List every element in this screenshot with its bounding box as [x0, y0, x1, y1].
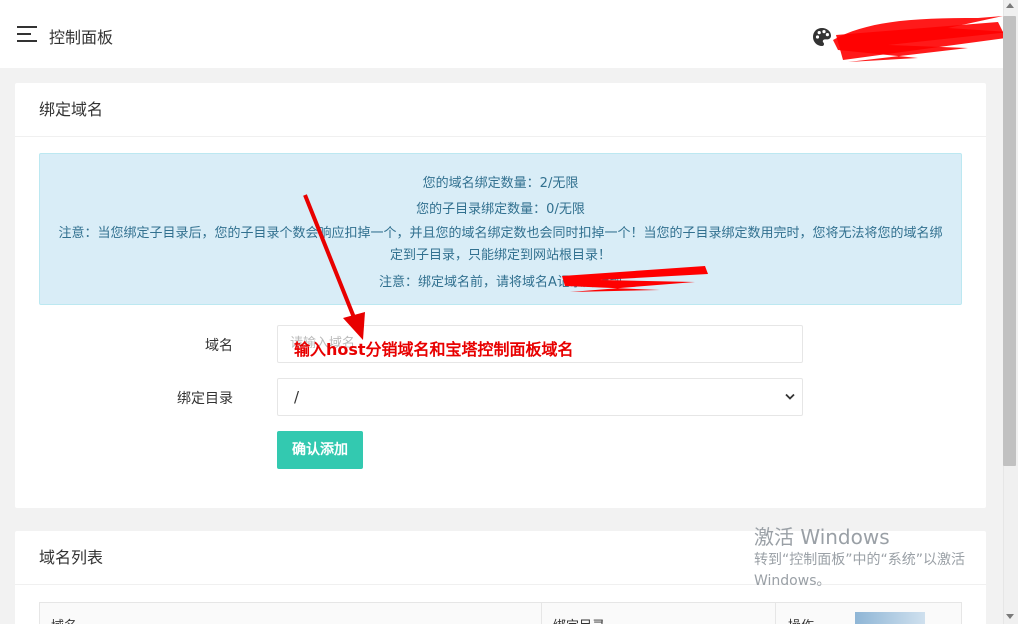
- bind-domain-card: 绑定域名 您的域名绑定数量：2/无限 您的子目录绑定数量：0/无限 注意：当您绑…: [15, 83, 986, 508]
- partial-image: [855, 612, 925, 624]
- subdir-quota-text: 您的子目录绑定数量：0/无限: [416, 202, 585, 217]
- notice-box: 您的域名绑定数量：2/无限 您的子目录绑定数量：0/无限 注意：当您绑定子目录后…: [39, 153, 962, 305]
- annotation-text: 输入host分销域名和宝塔控制面板域名: [294, 340, 574, 359]
- column-header-dir: 绑定目录: [553, 615, 605, 624]
- bind-dir-value: /: [294, 388, 300, 406]
- scroll-down-arrow-icon[interactable]: [1006, 614, 1014, 619]
- annotation-arrow-icon: [303, 194, 365, 340]
- watermark-title: 激活 Windows: [754, 525, 890, 549]
- column-header-domain: 域名: [51, 615, 77, 624]
- redaction-scribble: [562, 266, 708, 292]
- bind-domain-title: 绑定域名: [15, 83, 986, 137]
- windows-activation-watermark: 激活 Windows 转到“控制面板”中的“系统”以激活 Windows。: [754, 524, 984, 592]
- scroll-up-arrow-icon[interactable]: [1006, 3, 1014, 8]
- chevron-down-icon: [785, 393, 795, 400]
- bind-dir-label: 绑定目录: [177, 391, 233, 407]
- scrollbar-thumb[interactable]: [1003, 16, 1016, 466]
- top-header: 控制面板: [0, 0, 1010, 68]
- redaction-scribble: [833, 16, 1010, 62]
- domain-table-header: 域名 绑定目录 操作: [39, 602, 962, 624]
- dns-note-text: 注意：绑定域名前，请将域名A记录解析到: [379, 275, 622, 290]
- page-title: 控制面板: [49, 28, 114, 47]
- column-header-actions: 操作: [788, 615, 814, 624]
- domain-quota-text: 您的域名绑定数量：2/无限: [422, 176, 579, 191]
- hamburger-menu-icon[interactable]: [17, 26, 37, 42]
- subdir-warning-text: 注意：当您绑定子目录后，您的子目录个数会响应扣掉一个，并且您的域名绑定数也会同时…: [58, 226, 943, 263]
- bind-dir-select[interactable]: /: [277, 378, 803, 416]
- confirm-add-button[interactable]: 确认添加: [277, 431, 363, 469]
- domain-label: 域名: [205, 338, 233, 354]
- watermark-subtitle: 转到“控制面板”中的“系统”以激活 Windows。: [754, 552, 966, 589]
